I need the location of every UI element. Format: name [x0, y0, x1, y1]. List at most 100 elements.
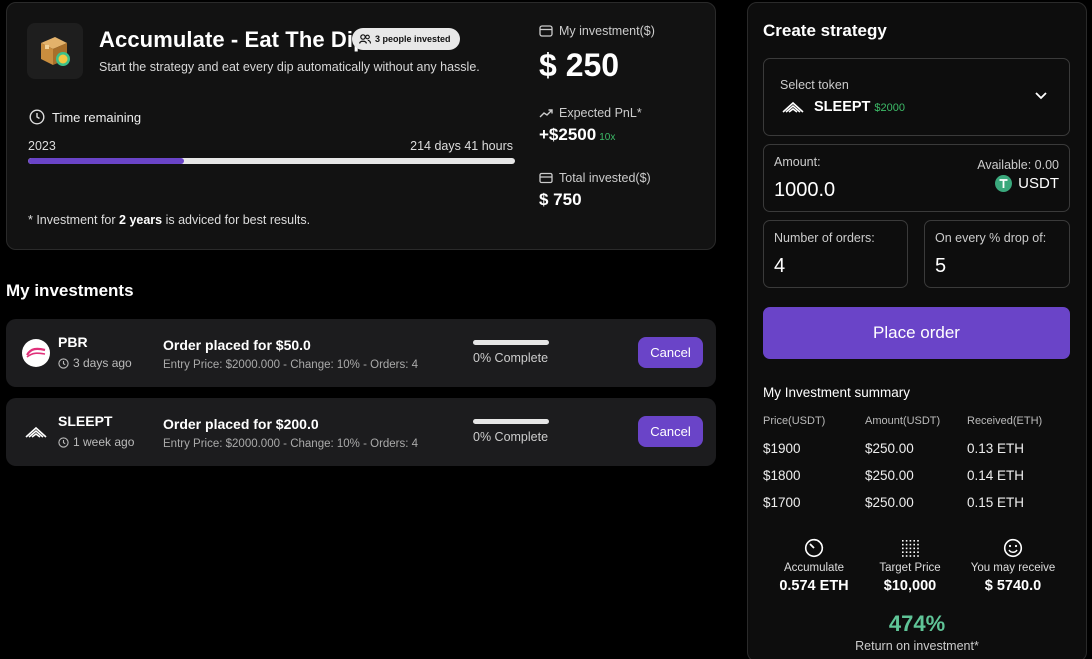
drop-input[interactable]: 5 — [935, 255, 946, 278]
expected-pnl-label: Expected PnL* — [539, 106, 642, 120]
create-strategy-panel: Create strategy Select token SLEEPT $200… — [747, 2, 1087, 659]
strategy-card: Accumulate - Eat The Dip 3 people invest… — [6, 2, 716, 250]
expected-pnl-label-text: Expected PnL* — [559, 106, 642, 120]
investment-time: 3 days ago — [58, 356, 132, 370]
box-coin-icon — [41, 37, 70, 66]
kpi-target-price: Target Price $10,000 — [855, 538, 965, 594]
order-detail: Entry Price: $2000.000 - Change: 10% - O… — [163, 438, 419, 450]
order-progress-bar — [473, 419, 549, 424]
note-prefix: * Investment for — [28, 213, 120, 227]
row-amount: $250.00 — [865, 495, 914, 510]
clock-icon — [58, 357, 69, 369]
year-label: 2023 — [28, 139, 56, 153]
investment-token-name: PBR — [58, 334, 88, 350]
order-title: Order placed for $200.0 — [163, 416, 319, 432]
sleept-token-icon — [22, 418, 50, 446]
cancel-button[interactable]: Cancel — [638, 416, 703, 447]
roi-value: 474% — [888, 611, 946, 636]
my-investment-label: My investment($) — [539, 24, 655, 38]
expected-pnl-value: +$2500 10x — [539, 125, 615, 145]
header-amount: Amount(USDT) — [865, 415, 941, 427]
token-name: SLEEPT — [814, 99, 871, 115]
investment-row-pbr: PBR 3 days ago Order placed for $50.0 En… — [6, 319, 716, 387]
order-title: Order placed for $50.0 — [163, 337, 311, 353]
kpi-receive: You may receive $ 5740.0 — [958, 538, 1068, 594]
header-received: Received(ETH) — [967, 415, 1043, 427]
cancel-button[interactable]: Cancel — [638, 337, 703, 368]
days-left-label: 214 days 41 hours — [410, 139, 513, 153]
order-complete-text: 0% Complete — [473, 430, 549, 444]
kpi-value: 0.574 ETH — [779, 578, 849, 594]
row-amount: $250.00 — [865, 441, 914, 456]
row-received: 0.14 ETH — [967, 468, 1025, 483]
pnl-multiplier: 10x — [599, 132, 616, 143]
investment-row-sleept: SLEEPT 1 week ago Order placed for $200.… — [6, 398, 716, 466]
order-complete-text: 0% Complete — [473, 351, 549, 365]
usdt-icon — [995, 175, 1013, 192]
investment-token-name: SLEEPT — [58, 413, 113, 429]
kpi-value: $10,000 — [883, 578, 937, 594]
my-investment-label-text: My investment($) — [559, 24, 655, 38]
timer-icon — [804, 538, 824, 558]
clock-icon — [29, 109, 45, 125]
place-order-button[interactable]: Place order — [763, 307, 1070, 359]
people-icon — [359, 34, 371, 44]
total-invested-value: $ 750 — [539, 190, 582, 209]
strategy-logo — [27, 23, 83, 79]
time-remaining-text: Time remaining — [52, 109, 142, 125]
dot-grid-icon — [902, 540, 919, 557]
time-progress-fill — [28, 158, 184, 164]
available-balance: Available: 0.00 — [977, 158, 1059, 172]
wallet-icon — [539, 25, 553, 37]
sleept-token-icon — [782, 101, 804, 113]
my-investments-title: My investments — [6, 281, 134, 300]
trend-up-icon — [539, 109, 553, 118]
token-select[interactable]: Select token SLEEPT $2000 — [763, 58, 1070, 136]
header-price: Price(USDT) — [763, 415, 826, 427]
investment-time: 1 week ago — [58, 435, 134, 449]
note-bold: 2 years — [119, 213, 163, 227]
orders-label: Number of orders: — [774, 231, 875, 245]
currency-label: USDT — [1018, 175, 1059, 192]
currency-selector: USDT — [995, 175, 1059, 192]
drop-field[interactable]: On every % drop of: 5 — [924, 220, 1070, 288]
pbr-token-icon — [22, 339, 50, 367]
selected-token: SLEEPT $2000 — [782, 99, 905, 115]
row-price: $1900 — [763, 441, 801, 456]
select-token-label: Select token — [780, 78, 849, 92]
kpi-value: $ 5740.0 — [984, 578, 1042, 594]
row-received: 0.13 ETH — [967, 441, 1025, 456]
row-price: $1700 — [763, 495, 801, 510]
orders-input[interactable]: 4 — [774, 255, 785, 278]
roi-label: Return on investment* — [855, 639, 979, 653]
strategy-subtitle: Start the strategy and eat every dip aut… — [99, 60, 480, 74]
order-progress-bar — [473, 340, 549, 345]
row-amount: $250.00 — [865, 468, 914, 483]
chevron-down-icon[interactable] — [1035, 92, 1047, 100]
row-price: $1800 — [763, 468, 801, 483]
strategy-title: Accumulate - Eat The Dip — [99, 27, 367, 52]
orders-field[interactable]: Number of orders: 4 — [763, 220, 908, 288]
my-investment-value: $ 250 — [539, 47, 620, 83]
drop-label: On every % drop of: — [935, 231, 1047, 245]
note-suffix: is adviced for best results. — [162, 213, 311, 227]
kpi-label: You may receive — [970, 562, 1056, 574]
smiley-icon — [1003, 538, 1023, 558]
investment-time-text: 1 week ago — [73, 435, 135, 449]
investors-badge: 3 people invested — [352, 28, 460, 50]
investment-time-text: 3 days ago — [73, 356, 132, 370]
amount-label: Amount: — [774, 155, 821, 169]
kpi-label: Accumulate — [783, 562, 845, 574]
kpi-accumulate: Accumulate 0.574 ETH — [759, 538, 869, 594]
total-invested-label-text: Total invested($) — [559, 171, 651, 185]
token-price: $2000 — [874, 102, 905, 114]
time-remaining-label: Time remaining — [29, 109, 141, 125]
time-progress-bar — [28, 158, 515, 164]
amount-field[interactable]: Amount: 1000.0 Available: 0.00 USDT — [763, 144, 1070, 212]
card-icon — [539, 172, 553, 184]
total-invested-label: Total invested($) — [539, 171, 651, 185]
order-detail: Entry Price: $2000.000 - Change: 10% - O… — [163, 359, 419, 371]
amount-input[interactable]: 1000.0 — [774, 179, 835, 202]
pnl-amount: +$2500 — [539, 125, 597, 144]
create-strategy-title: Create strategy — [763, 21, 887, 40]
